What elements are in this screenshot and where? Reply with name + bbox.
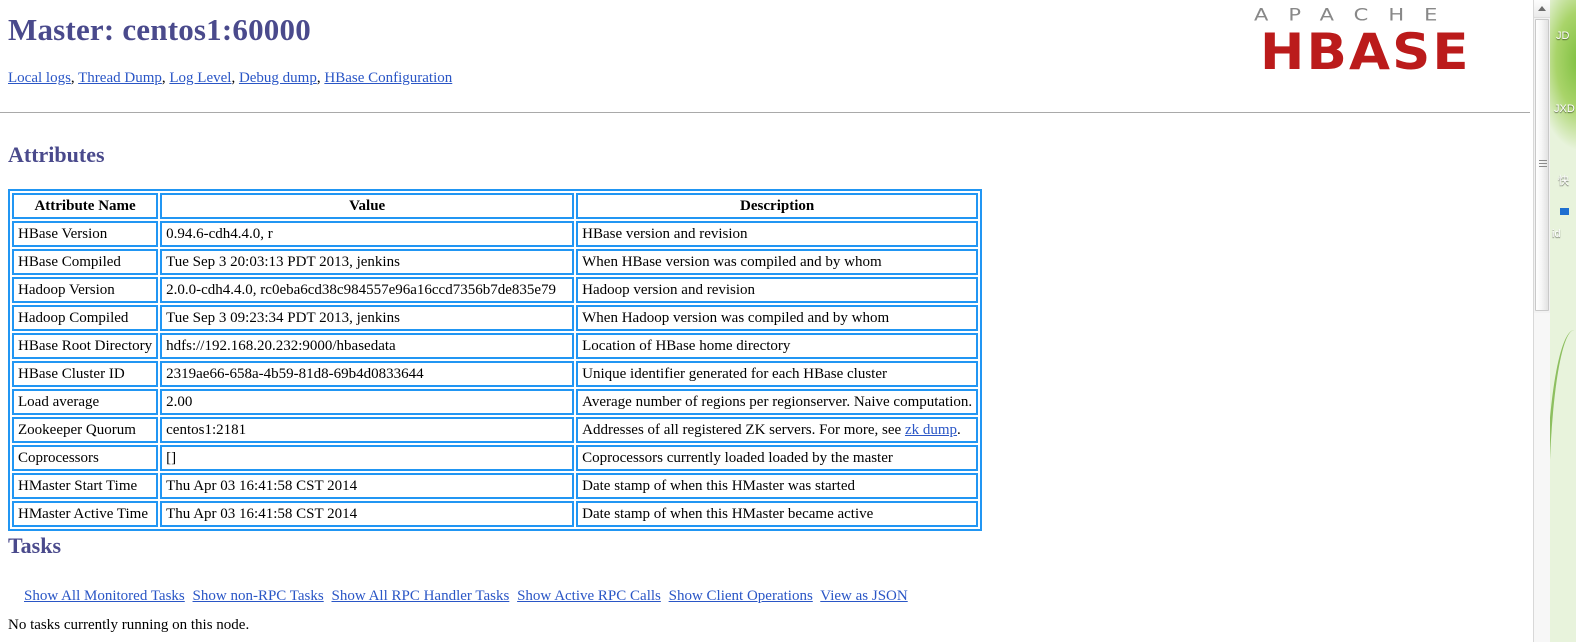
task-link-show-all-rpc-handler-tasks[interactable]: Show All RPC Handler Tasks [331,588,509,604]
cell-attribute-name: HBase Version [12,221,159,247]
quick-link-log-level[interactable]: Log Level [169,70,231,86]
cell-value: Thu Apr 03 16:41:58 CST 2014 [160,501,575,527]
desktop-background: JD JXD 快 id [1550,0,1576,642]
apache-hbase-logo: APACHE HBASE [1248,4,1533,74]
table-row: HBase Cluster ID 2319ae66-658a-4b59-81d8-… [12,361,979,387]
page-content: APACHE HBASE Master: centos1:60000 Local… [0,0,1533,642]
logo-hbase-text: HBASE [1260,23,1471,74]
column-header-description: Description [576,193,979,219]
cell-description: Hadoop version and revision [576,277,979,303]
cell-attribute-name: HBase Cluster ID [12,361,159,387]
cell-attribute-name: HMaster Active Time [12,501,159,527]
cell-value: centos1:2181 [160,417,575,443]
cell-attribute-name: Hadoop Version [12,277,159,303]
desktop-icon-badge [1560,208,1569,215]
task-link-show-active-rpc-calls[interactable]: Show Active RPC Calls [517,588,661,604]
cell-attribute-name: Hadoop Compiled [12,305,159,331]
column-header-value: Value [160,193,575,219]
cell-description: Addresses of all registered ZK servers. … [576,417,979,443]
attributes-table: Attribute Name Value Description HBase V… [8,189,983,531]
table-row: Zookeeper Quorum centos1:2181 Addresses of… [12,417,979,443]
cell-value: 2.00 [160,389,575,415]
header-divider [0,112,1530,113]
attributes-section-heading: Attributes [8,142,105,167]
cell-description: Average number of regions per regionserv… [576,389,979,415]
cell-value: 2.0.0-cdh4.4.0, rc0eba6cd38c984557e96a16… [160,277,575,303]
cell-value: 0.94.6-cdh4.4.0, r [160,221,575,247]
task-link-show-non-rpc-tasks[interactable]: Show non-RPC Tasks [193,588,324,604]
table-header-row: Attribute Name Value Description [12,193,979,219]
wallpaper-leaf-vein [1550,330,1576,630]
cell-attribute-name: Coprocessors [12,445,159,471]
table-row: HBase Root Directory hdfs://192.168.20.23… [12,333,979,359]
scrollbar-thumb[interactable] [1535,19,1549,311]
no-tasks-message: No tasks currently running on this node. [8,617,250,633]
cell-attribute-name: HMaster Start Time [12,473,159,499]
desktop-icon-label-4: id [1552,228,1561,240]
cell-description: HBase version and revision [576,221,979,247]
desktop-icon-label-2: JXD [1554,103,1575,115]
desktop-icon-label-3: 快 [1558,175,1569,187]
task-link-view-as-json[interactable]: View as JSON [820,588,907,604]
cell-description: Location of HBase home directory [576,333,979,359]
zk-dump-link[interactable]: zk dump [905,422,957,438]
quick-link-hbase-configuration[interactable]: HBase Configuration [324,70,452,86]
cell-attribute-name: HBase Compiled [12,249,159,275]
table-row: HBase Version 0.94.6-cdh4.4.0, r HBase ver… [12,221,979,247]
table-row: Coprocessors[] Coprocessors currently loa… [12,445,979,471]
scroll-up-arrow-icon[interactable] [1534,0,1550,18]
table-row: Load average 2.00 Average number of region… [12,389,979,415]
cell-description: Coprocessors currently loaded loaded by … [576,445,979,471]
cell-value: 2319ae66-658a-4b59-81d8-69b4d0833644 [160,361,575,387]
cell-value: Tue Sep 3 09:23:34 PDT 2013, jenkins [160,305,575,331]
scrollbar-track[interactable] [1534,313,1550,642]
table-row: HBase Compiled Tue Sep 3 20:03:13 PDT 201… [12,249,979,275]
cell-value: Thu Apr 03 16:41:58 CST 2014 [160,473,575,499]
table-row: HMaster Start Time Thu Apr 03 16:41:58 CS… [12,473,979,499]
cell-description: Date stamp of when this HMaster was star… [576,473,979,499]
cell-description: When Hadoop version was compiled and by … [576,305,979,331]
cell-value: hdfs://192.168.20.232:9000/hbasedata [160,333,575,359]
column-header-attribute-name: Attribute Name [12,193,159,219]
cell-attribute-name: Zookeeper Quorum [12,417,159,443]
cell-attribute-name: Load average [12,389,159,415]
table-row: Hadoop Version 2.0.0-cdh4.4.0, rc0eba6cd3… [12,277,979,303]
task-links-bar: Show All Monitored Tasks Show non-RPC Ta… [24,588,912,605]
cell-value: Tue Sep 3 20:03:13 PDT 2013, jenkins [160,249,575,275]
scrollbar-grip-icon [1539,160,1547,167]
cell-description: When HBase version was compiled and by w… [576,249,979,275]
quick-links-bar: Local logs, Thread Dump, Log Level, Debu… [8,70,453,86]
desktop-icon-label-1: JD [1556,30,1570,42]
task-link-show-client-operations[interactable]: Show Client Operations [669,588,813,604]
attributes-table-body: HBase Version 0.94.6-cdh4.4.0, r HBase ver… [12,221,979,527]
cell-attribute-name: HBase Root Directory [12,333,159,359]
quick-link-local-logs[interactable]: Local logs [8,70,71,86]
table-row: HMaster Active Time Thu Apr 03 16:41:58 C… [12,501,979,527]
quick-link-thread-dump[interactable]: Thread Dump [78,70,162,86]
cell-description: Date stamp of when this HMaster became a… [576,501,979,527]
quick-link-debug-dump[interactable]: Debug dump [239,70,317,86]
page-title: Master: centos1:60000 [8,12,311,47]
cell-value: [] [160,445,575,471]
cell-description: Unique identifier generated for each HBa… [576,361,979,387]
vertical-scrollbar[interactable] [1533,0,1550,642]
task-link-show-all-monitored-tasks[interactable]: Show All Monitored Tasks [24,588,185,604]
tasks-section-heading: Tasks [8,533,62,558]
table-row: Hadoop Compiled Tue Sep 3 09:23:34 PDT 20… [12,305,979,331]
